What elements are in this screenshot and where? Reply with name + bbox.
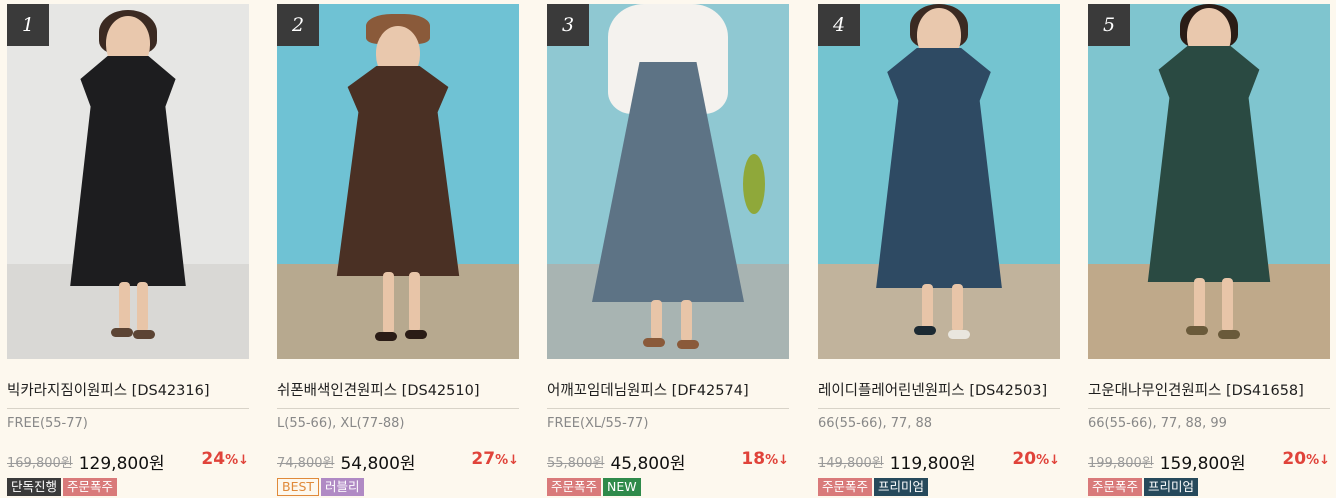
product-badge: 단독진행	[7, 478, 62, 496]
product-badge: 프리미엄	[1144, 478, 1199, 496]
rank-badge: 5	[1088, 4, 1130, 46]
price-row: 149,800원 119,800원 20%↓	[818, 449, 1060, 474]
badge-row: 주문폭주 NEW	[547, 478, 789, 498]
product-image[interactable]: 3	[547, 4, 789, 359]
product-name[interactable]: 레이디플레어린넨원피스 [DS42503]	[818, 381, 1060, 401]
product-card[interactable]: 2 쉬폰배색인견원피스 [DS42510] L(55-66), XL(77-88…	[277, 4, 519, 498]
divider	[7, 408, 249, 409]
rank-badge: 2	[277, 4, 319, 46]
product-card[interactable]: 3 어깨꼬임데님원피스 [DF42574] FREE(XL/55-77) 55,…	[547, 4, 789, 498]
divider	[818, 408, 1060, 409]
product-name[interactable]: 쉬폰배색인견원피스 [DS42510]	[277, 381, 519, 401]
product-name[interactable]: 어깨꼬임데님원피스 [DF42574]	[547, 381, 789, 401]
original-price: 149,800원	[818, 456, 884, 471]
product-badge: 주문폭주	[818, 478, 873, 496]
dress-photo	[1088, 4, 1330, 359]
product-badge: 주문폭주	[547, 478, 602, 496]
product-sizes: 66(55-66), 77, 88	[818, 416, 933, 431]
discount-rate: 27%↓	[471, 449, 519, 469]
product-badge: BEST	[277, 478, 320, 496]
rank-badge: 3	[547, 4, 589, 46]
product-name[interactable]: 고운대나무인견원피스 [DS41658]	[1088, 381, 1330, 401]
product-badge: 프리미엄	[874, 478, 929, 496]
price-row: 199,800원 159,800원 20%↓	[1088, 449, 1330, 474]
badge-row: 주문폭주 프리미엄	[818, 478, 1060, 498]
product-image[interactable]: 1	[7, 4, 249, 359]
product-badge: NEW	[603, 478, 641, 496]
badge-row: BEST 러블리	[277, 478, 519, 498]
product-name[interactable]: 빅카라지짐이원피스 [DS42316]	[7, 381, 249, 401]
dress-photo	[277, 4, 519, 359]
dress-photo	[547, 4, 789, 359]
product-card[interactable]: 4 레이디플레어린넨원피스 [DS42503] 66(55-66), 77, 8…	[818, 4, 1060, 498]
rank-badge: 4	[818, 4, 860, 46]
sale-price: 159,800원	[1159, 454, 1246, 474]
product-image[interactable]: 4	[818, 4, 1060, 359]
discount-rate: 20%↓	[1012, 449, 1060, 469]
product-badge: 러블리	[321, 478, 364, 496]
sale-price: 119,800원	[889, 454, 976, 474]
product-sizes: L(55-66), XL(77-88)	[277, 416, 405, 431]
original-price: 199,800원	[1088, 456, 1154, 471]
sale-price: 129,800원	[78, 454, 165, 474]
discount-rate: 20%↓	[1282, 449, 1330, 469]
discount-rate: 24%↓	[201, 449, 249, 469]
divider	[1088, 408, 1330, 409]
product-card[interactable]: 1 빅카라지짐이원피스 [DS42316] FREE(55-77) 169,80…	[7, 4, 249, 498]
price-row: 74,800원 54,800원 27%↓	[277, 449, 519, 474]
price-row: 55,800원 45,800원 18%↓	[547, 449, 789, 474]
sale-price: 54,800원	[340, 454, 416, 474]
original-price: 55,800원	[547, 456, 605, 471]
original-price: 169,800원	[7, 456, 73, 471]
discount-rate: 18%↓	[741, 449, 789, 469]
divider	[547, 408, 789, 409]
product-sizes: FREE(XL/55-77)	[547, 416, 649, 431]
product-image[interactable]: 5	[1088, 4, 1330, 359]
dress-photo	[7, 4, 249, 359]
badge-row: 주문폭주 프리미엄	[1088, 478, 1330, 498]
product-badge: 주문폭주	[63, 478, 118, 496]
product-grid: 1 빅카라지짐이원피스 [DS42316] FREE(55-77) 169,80…	[0, 0, 1336, 497]
product-image[interactable]: 2	[277, 4, 519, 359]
product-card[interactable]: 5 고운대나무인견원피스 [DS41658] 66(55-66), 77, 88…	[1088, 4, 1330, 498]
price-row: 169,800원 129,800원 24%↓	[7, 449, 249, 474]
badge-row: 단독진행 주문폭주	[7, 478, 249, 498]
product-sizes: FREE(55-77)	[7, 416, 88, 431]
rank-badge: 1	[7, 4, 49, 46]
divider	[277, 408, 519, 409]
sale-price: 45,800원	[610, 454, 686, 474]
dress-photo	[818, 4, 1060, 359]
original-price: 74,800원	[277, 456, 335, 471]
product-badge: 주문폭주	[1088, 478, 1143, 496]
product-sizes: 66(55-66), 77, 88, 99	[1088, 416, 1227, 431]
